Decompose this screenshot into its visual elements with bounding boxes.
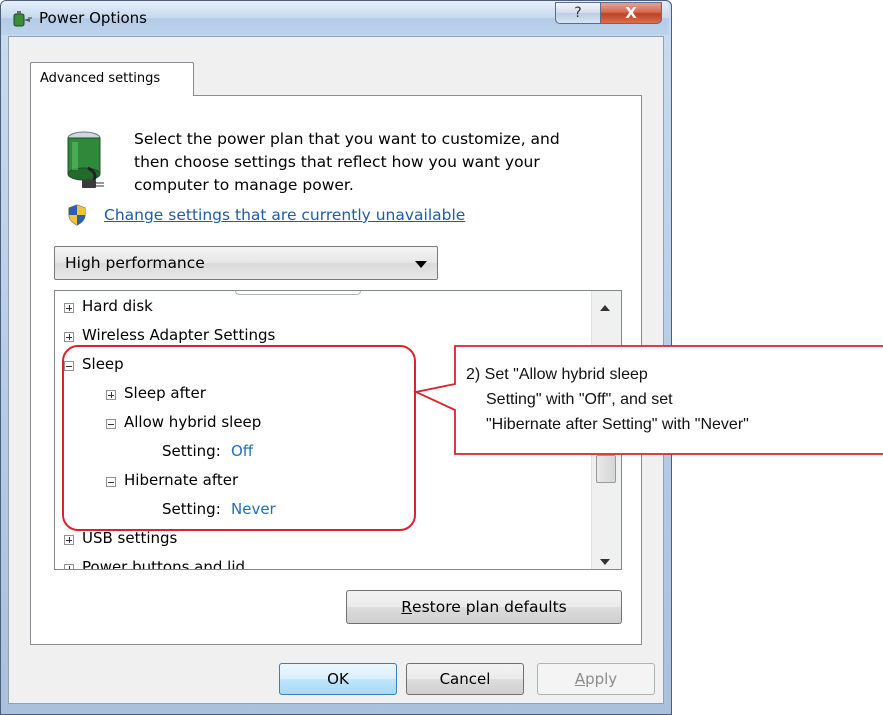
power-plan-value: High performance: [65, 254, 205, 272]
description-line-3: computer to manage power.: [134, 176, 354, 194]
callout-line-3: "Hibernate after Setting" with "Never": [486, 416, 749, 433]
tree-item-power-buttons[interactable]: Power buttons and lid: [55, 556, 585, 570]
uac-shield-icon: [68, 204, 86, 226]
description-line-2: then choose settings that reflect how yo…: [134, 153, 540, 171]
cancel-label: Cancel: [439, 670, 491, 688]
callout-line-2: Setting" with "Off", and set: [486, 391, 673, 408]
tab-label: Advanced settings: [40, 71, 161, 86]
apply-label: pply: [585, 670, 618, 688]
title-bar[interactable]: Power Options ? X: [1, 1, 669, 35]
scroll-up-icon[interactable]: [600, 305, 610, 311]
expand-plus-icon[interactable]: [64, 535, 74, 545]
scroll-down-icon[interactable]: [600, 559, 610, 565]
power-options-icon: [13, 11, 32, 27]
description-line-1: Select the power plan that you want to c…: [134, 130, 560, 148]
tree-item-label: Power buttons and lid: [82, 558, 246, 570]
power-plan-select[interactable]: High performance: [54, 246, 438, 280]
change-settings-link[interactable]: Change settings that are currently unava…: [104, 206, 465, 224]
apply-accelerator: A: [574, 670, 586, 688]
battery-plug-icon: [67, 131, 104, 188]
tree-item-hard-disk[interactable]: Hard disk: [55, 295, 585, 317]
callout-line-1: 2) Set "Allow hybrid sleep: [466, 366, 648, 383]
restore-plan-defaults-button[interactable]: Restore plan defaults: [346, 590, 622, 624]
tree-item-label: USB settings: [82, 529, 178, 547]
annotation-highlight-box: [62, 345, 416, 531]
expand-plus-icon[interactable]: [64, 332, 74, 342]
close-button[interactable]: X: [600, 2, 662, 24]
window-title: Power Options: [39, 9, 147, 27]
chevron-down-icon[interactable]: [415, 261, 427, 268]
cancel-button[interactable]: Cancel: [406, 663, 524, 695]
tab-advanced-settings[interactable]: Advanced settings: [30, 62, 194, 96]
expand-plus-icon[interactable]: [64, 564, 74, 569]
ok-label: OK: [327, 670, 349, 688]
expand-plus-icon[interactable]: [64, 303, 74, 313]
restore-label: estore plan defaults: [412, 598, 567, 616]
ok-button[interactable]: OK: [279, 663, 397, 695]
restore-accelerator: R: [401, 598, 413, 616]
apply-button[interactable]: Apply: [537, 663, 655, 695]
tree-item-label: Hard disk: [82, 297, 153, 315]
tree-item-label: Wireless Adapter Settings: [82, 326, 276, 344]
close-icon: X: [625, 4, 637, 22]
help-button[interactable]: ?: [555, 2, 601, 24]
help-icon: ?: [574, 5, 582, 21]
